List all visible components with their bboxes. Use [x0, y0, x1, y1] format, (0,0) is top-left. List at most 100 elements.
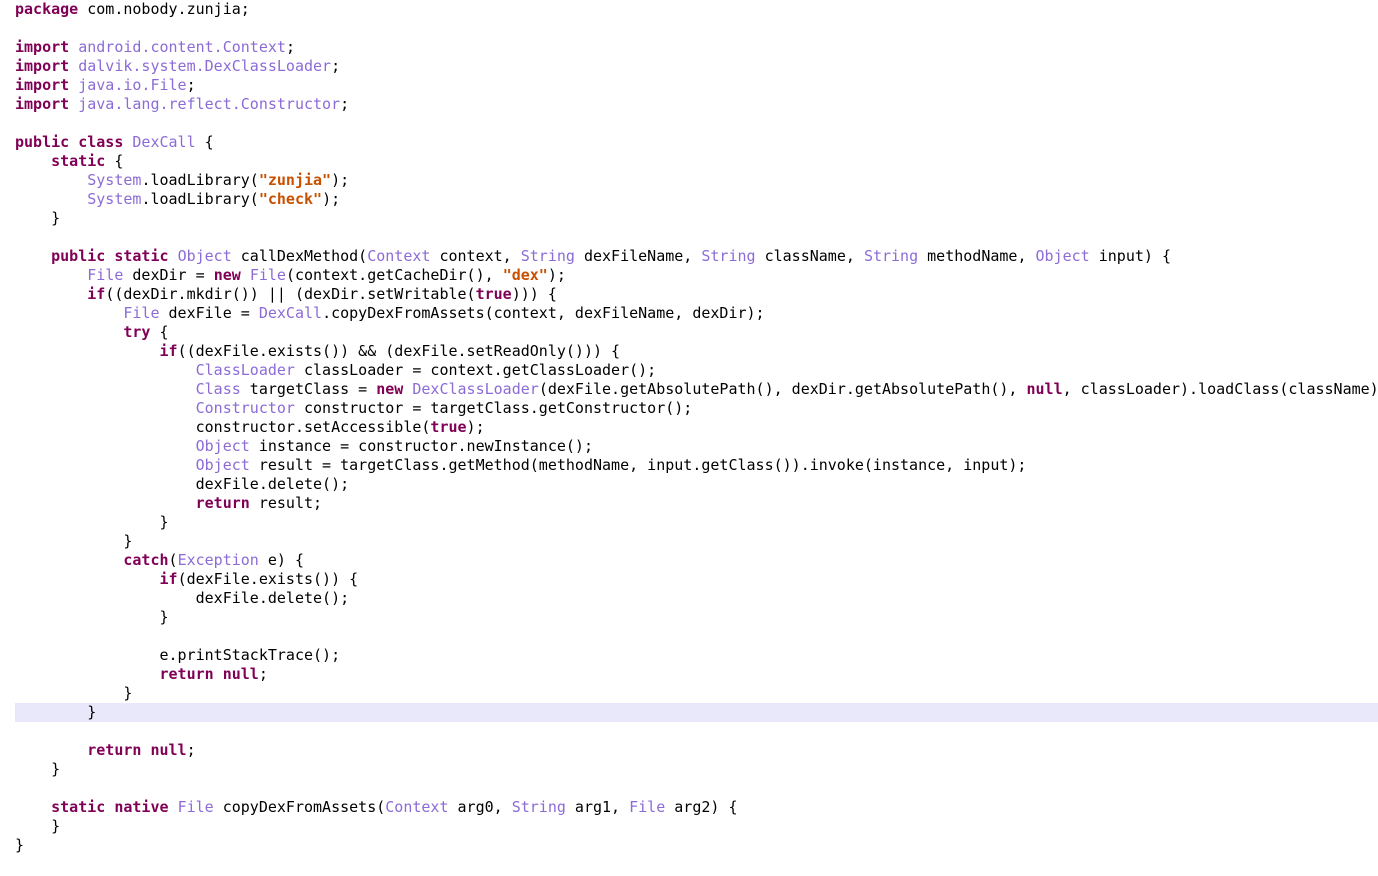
type-token: File: [87, 266, 124, 284]
code-line[interactable]: }: [15, 817, 1378, 836]
keyword-token: new: [213, 266, 241, 284]
keyword-token: package: [15, 0, 79, 18]
code-line[interactable]: ClassLoader classLoader = context.getCla…: [15, 361, 1378, 380]
code-line[interactable]: import dalvik.system.DexClassLoader;: [15, 57, 1378, 76]
plain-token: );: [322, 190, 341, 208]
code-line[interactable]: try {: [15, 323, 1378, 342]
keyword-token: native: [114, 798, 169, 816]
code-lines[interactable]: package com.nobody.zunjia; import android…: [15, 0, 1378, 855]
plain-token: }: [15, 836, 25, 854]
plain-token: e.printStackTrace();: [15, 646, 341, 664]
code-line[interactable]: return result;: [15, 494, 1378, 513]
keyword-token: import: [15, 38, 70, 56]
type-token: Object: [1035, 247, 1090, 265]
code-line[interactable]: [15, 722, 1378, 741]
plain-token: methodName,: [918, 247, 1036, 265]
code-line[interactable]: if((dexDir.mkdir()) || (dexDir.setWritab…: [15, 285, 1378, 304]
type-token: Exception: [177, 551, 259, 569]
code-line[interactable]: File dexDir = new File(context.getCacheD…: [15, 266, 1378, 285]
plain-token: constructor = targetClass.getConstructor…: [294, 399, 693, 417]
string-token: "zunjia": [258, 171, 332, 189]
code-line[interactable]: }: [15, 513, 1378, 532]
code-line[interactable]: }: [15, 209, 1378, 228]
code-line[interactable]: import android.content.Context;: [15, 38, 1378, 57]
code-line-current[interactable]: }: [15, 703, 1378, 722]
plain-token: arg2) {: [665, 798, 738, 816]
plain-token: .loadLibrary(: [141, 190, 259, 208]
code-line[interactable]: import java.lang.reflect.Constructor;: [15, 95, 1378, 114]
code-line[interactable]: Class targetClass = new DexClassLoader(d…: [15, 380, 1378, 399]
plain-token: ((dexFile.exists()) && (dexFile.setReadO…: [177, 342, 621, 360]
code-line[interactable]: Object instance = constructor.newInstanc…: [15, 437, 1378, 456]
plain-token: dexFile =: [159, 304, 259, 322]
code-line[interactable]: e.printStackTrace();: [15, 646, 1378, 665]
code-line[interactable]: public class DexCall {: [15, 133, 1378, 152]
plain-token: );: [547, 266, 566, 284]
type-token: File: [177, 798, 214, 816]
code-line[interactable]: }: [15, 684, 1378, 703]
plain-token: ;: [331, 57, 341, 75]
plain-token: ;: [186, 76, 196, 94]
plain-token: e) {: [258, 551, 304, 569]
code-line[interactable]: import java.io.File;: [15, 76, 1378, 95]
code-line[interactable]: }: [15, 760, 1378, 779]
code-line[interactable]: System.loadLibrary("zunjia");: [15, 171, 1378, 190]
code-line[interactable]: [15, 627, 1378, 646]
code-line[interactable]: constructor.setAccessible(true);: [15, 418, 1378, 437]
code-line[interactable]: if(dexFile.exists()) {: [15, 570, 1378, 589]
plain-token: ;: [186, 741, 196, 759]
keyword-token: if: [159, 570, 178, 588]
code-line[interactable]: dexFile.delete();: [15, 475, 1378, 494]
code-line[interactable]: static native File copyDexFromAssets(Con…: [15, 798, 1378, 817]
code-line[interactable]: static {: [15, 152, 1378, 171]
code-line[interactable]: dexFile.delete();: [15, 589, 1378, 608]
code-line[interactable]: public static Object callDexMethod(Conte…: [15, 247, 1378, 266]
code-line[interactable]: package com.nobody.zunjia;: [15, 0, 1378, 19]
keyword-token: static: [114, 247, 169, 265]
type-token: java.lang.reflect.Constructor: [78, 95, 341, 113]
plain-token: dexFile.delete();: [15, 589, 350, 607]
code-line[interactable]: if((dexFile.exists()) && (dexFile.setRea…: [15, 342, 1378, 361]
code-line[interactable]: }: [15, 532, 1378, 551]
type-token: DexClassLoader: [412, 380, 539, 398]
code-line[interactable]: [15, 228, 1378, 247]
plain-token: context,: [430, 247, 521, 265]
code-line[interactable]: [15, 114, 1378, 133]
code-line[interactable]: System.loadLibrary("check");: [15, 190, 1378, 209]
code-line[interactable]: File dexFile = DexCall.copyDexFromAssets…: [15, 304, 1378, 323]
code-line[interactable]: [15, 779, 1378, 798]
code-line[interactable]: }: [15, 836, 1378, 855]
code-line[interactable]: Constructor constructor = targetClass.ge…: [15, 399, 1378, 418]
code-line[interactable]: Object result = targetClass.getMethod(me…: [15, 456, 1378, 475]
code-line[interactable]: return null;: [15, 665, 1378, 684]
plain-token: ))) {: [511, 285, 557, 303]
type-token: android.content.Context: [78, 38, 286, 56]
code-line[interactable]: catch(Exception e) {: [15, 551, 1378, 570]
code-line[interactable]: }: [15, 608, 1378, 627]
string-token: "dex": [502, 266, 548, 284]
type-token: Class: [195, 380, 241, 398]
code-line[interactable]: [15, 19, 1378, 38]
type-token: System: [87, 171, 142, 189]
code-line[interactable]: return null;: [15, 741, 1378, 760]
type-token: File: [249, 266, 286, 284]
type-token: java.io.File: [78, 76, 187, 94]
code-editor[interactable]: package com.nobody.zunjia; import android…: [0, 0, 1378, 876]
plain-token: .loadLibrary(: [141, 171, 259, 189]
type-token: Object: [195, 437, 250, 455]
plain-token: {: [150, 323, 169, 341]
